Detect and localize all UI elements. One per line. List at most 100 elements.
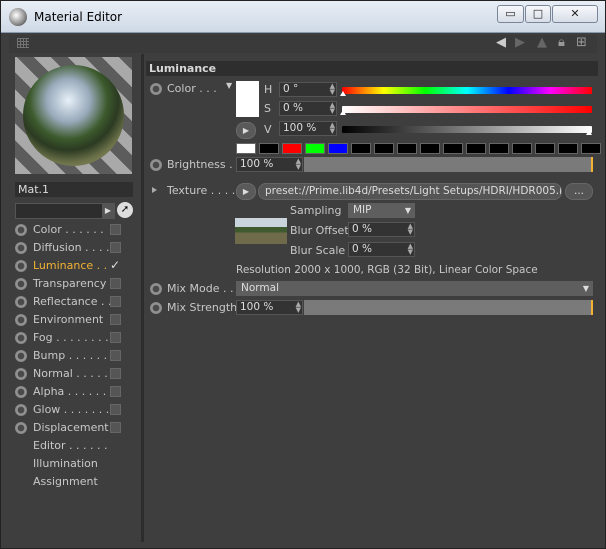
- channel-checkbox[interactable]: [110, 422, 121, 433]
- channel-animate-icon[interactable]: [15, 242, 27, 254]
- s-field[interactable]: 0 % ▲ ▼: [279, 101, 337, 116]
- palette-swatch[interactable]: [236, 143, 256, 154]
- pick-cursor-icon[interactable]: ➚: [117, 202, 133, 218]
- palette-swatch[interactable]: [489, 143, 509, 154]
- maximize-button[interactable]: □: [525, 5, 551, 23]
- up-arrow-icon[interactable]: ▲: [537, 35, 547, 50]
- extra-item[interactable]: Assignment: [15, 473, 135, 491]
- h-field[interactable]: 0 ° ▲ ▼: [279, 82, 337, 97]
- channel-checkbox[interactable]: [110, 368, 121, 379]
- mix-mode-animate-icon[interactable]: [150, 283, 162, 295]
- browse-button[interactable]: ...: [565, 183, 593, 200]
- palette-swatch[interactable]: [466, 143, 486, 154]
- channel-animate-icon[interactable]: [15, 386, 27, 398]
- channel-item[interactable]: Normal . . . . .: [15, 365, 135, 383]
- mix-strength-animate-icon[interactable]: [150, 302, 162, 314]
- channel-checkbox[interactable]: [110, 314, 121, 325]
- dropdown-arrow-icon[interactable]: ▶: [102, 204, 114, 218]
- channel-item[interactable]: Alpha . . . . . .: [15, 383, 135, 401]
- palette-swatch[interactable]: [512, 143, 532, 154]
- saturation-slider[interactable]: [342, 106, 592, 113]
- panel-divider[interactable]: [141, 54, 144, 542]
- palette-swatch[interactable]: [581, 143, 601, 154]
- channel-item[interactable]: Glow . . . . . . .: [15, 401, 135, 419]
- channel-checkbox[interactable]: [110, 242, 121, 253]
- channel-item[interactable]: Environment: [15, 311, 135, 329]
- color-expand-icon[interactable]: ▼: [226, 81, 232, 90]
- blur-offset-field[interactable]: 0 % ▲ ▼: [348, 222, 415, 237]
- hue-slider-handle[interactable]: [340, 91, 346, 96]
- forward-arrow-icon[interactable]: ▶: [515, 35, 525, 50]
- spinner-icon[interactable]: ▲ ▼: [330, 122, 335, 135]
- channel-item[interactable]: Transparency: [15, 275, 135, 293]
- lock-icon[interactable]: 🔒︎: [558, 35, 565, 50]
- channel-item[interactable]: Bump . . . . . .: [15, 347, 135, 365]
- channel-item[interactable]: Reflectance . .: [15, 293, 135, 311]
- palette-swatch[interactable]: [558, 143, 578, 154]
- channel-checkbox[interactable]: [110, 296, 121, 307]
- material-name[interactable]: Mat.1: [15, 182, 133, 197]
- color-swatch[interactable]: [236, 81, 259, 117]
- channel-checkbox[interactable]: ✓: [110, 259, 121, 271]
- channel-checkbox[interactable]: [110, 404, 121, 415]
- texture-expand-icon[interactable]: [152, 187, 157, 193]
- spinner-icon[interactable]: ▲ ▼: [296, 301, 301, 314]
- extra-item[interactable]: Editor . . . . . .: [15, 437, 135, 455]
- saturation-slider-handle[interactable]: [340, 110, 346, 115]
- channel-animate-icon[interactable]: [15, 368, 27, 380]
- value-slider-handle[interactable]: [586, 130, 592, 135]
- hue-slider[interactable]: [342, 87, 592, 94]
- channel-item[interactable]: Luminance . . ✓: [15, 257, 135, 275]
- channel-animate-icon[interactable]: [15, 332, 27, 344]
- channel-animate-icon[interactable]: [15, 260, 27, 272]
- channel-item[interactable]: Diffusion . . . .: [15, 239, 135, 257]
- palette-swatch[interactable]: [397, 143, 417, 154]
- texture-thumbnail[interactable]: [235, 218, 287, 244]
- minimize-button[interactable]: ▭: [497, 5, 524, 23]
- blur-scale-field[interactable]: 0 % ▲ ▼: [348, 242, 415, 257]
- channel-checkbox[interactable]: [110, 332, 121, 343]
- palette-swatch[interactable]: [328, 143, 348, 154]
- palette-swatch[interactable]: [535, 143, 555, 154]
- channel-animate-icon[interactable]: [15, 404, 27, 416]
- channel-item[interactable]: Displacement: [15, 419, 135, 437]
- color-mode-button[interactable]: ▶: [236, 122, 256, 139]
- channel-animate-icon[interactable]: [15, 314, 27, 326]
- channel-animate-icon[interactable]: [15, 224, 27, 236]
- palette-swatch[interactable]: [420, 143, 440, 154]
- palette-swatch[interactable]: [443, 143, 463, 154]
- palette-swatch[interactable]: [374, 143, 394, 154]
- material-preview[interactable]: [15, 57, 132, 174]
- channel-animate-icon[interactable]: [15, 422, 27, 434]
- grip-icon[interactable]: [17, 38, 29, 48]
- close-button[interactable]: ✕: [552, 5, 598, 23]
- v-field[interactable]: 100 % ▲ ▼: [279, 121, 337, 136]
- brightness-animate-icon[interactable]: [150, 159, 162, 171]
- palette-swatch[interactable]: [351, 143, 371, 154]
- texture-path-field[interactable]: preset://Prime.lib4d/Presets/Light Setup…: [258, 183, 562, 200]
- spinner-icon[interactable]: ▲ ▼: [330, 83, 335, 96]
- mix-strength-field[interactable]: 100 % ▲ ▼: [236, 300, 303, 315]
- channel-animate-icon[interactable]: [15, 350, 27, 362]
- channel-animate-icon[interactable]: [15, 296, 27, 308]
- channel-checkbox[interactable]: [110, 350, 121, 361]
- spinner-icon[interactable]: ▲ ▼: [330, 102, 335, 115]
- palette-swatch[interactable]: [259, 143, 279, 154]
- sampling-dropdown[interactable]: MIP ▼: [348, 203, 415, 218]
- channel-checkbox[interactable]: [110, 278, 121, 289]
- spinner-icon[interactable]: ▲ ▼: [296, 158, 301, 171]
- spinner-icon[interactable]: ▲ ▼: [408, 223, 413, 236]
- texture-menu-button[interactable]: ▶: [236, 183, 256, 200]
- channel-animate-icon[interactable]: [15, 278, 27, 290]
- color-animate-icon[interactable]: [150, 83, 162, 95]
- palette-swatch[interactable]: [282, 143, 302, 154]
- spinner-icon[interactable]: ▲ ▼: [408, 243, 413, 256]
- mix-strength-slider[interactable]: [304, 300, 593, 315]
- palette-swatch[interactable]: [305, 143, 325, 154]
- channel-item[interactable]: Color . . . . . .: [15, 221, 135, 239]
- back-arrow-icon[interactable]: ◀: [496, 35, 506, 50]
- brightness-slider[interactable]: [304, 157, 593, 172]
- value-slider[interactable]: [342, 126, 592, 133]
- material-selector[interactable]: ▶: [15, 203, 115, 219]
- mix-mode-dropdown[interactable]: Normal ▼: [236, 281, 593, 296]
